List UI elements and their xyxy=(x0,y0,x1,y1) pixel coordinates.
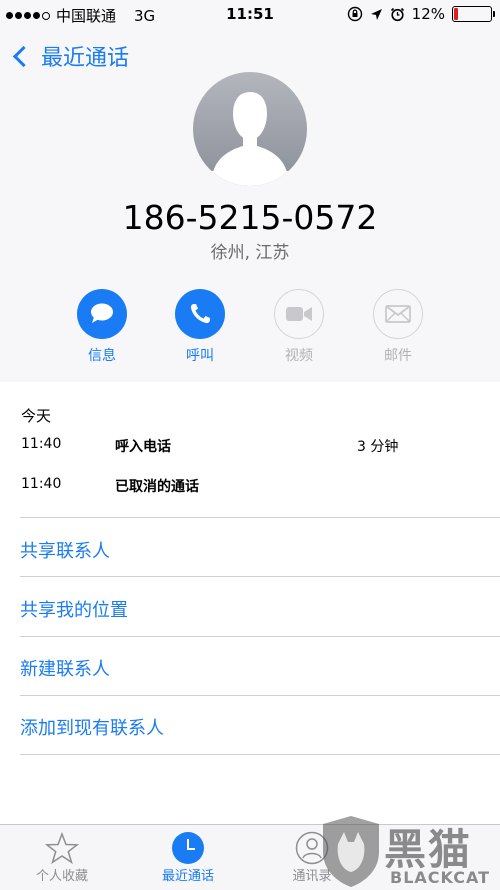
divider xyxy=(20,517,500,518)
phone-icon xyxy=(175,289,225,339)
video-action[interactable]: 视频 xyxy=(264,289,334,365)
tab-favorites-label: 个人收藏 xyxy=(35,869,88,884)
message-icon xyxy=(77,289,127,339)
share-location-option[interactable]: 共享我的位置 xyxy=(20,596,128,622)
caller-location: 徐州, 江苏 xyxy=(210,243,290,263)
divider xyxy=(20,636,500,637)
divider xyxy=(20,754,500,755)
history-day: 今天 xyxy=(21,407,52,425)
watermark-brand-en: BLACKCAT xyxy=(390,868,490,887)
location-arrow-icon xyxy=(370,8,382,20)
back-button[interactable]: 最近通话 xyxy=(12,40,129,72)
divider xyxy=(20,695,500,696)
back-label: 最近通话 xyxy=(41,46,130,71)
rotation-lock-icon xyxy=(347,6,362,22)
call-type: 呼入电话 xyxy=(115,439,171,455)
call-time: 11:40 xyxy=(21,436,62,452)
message-label: 信息 xyxy=(88,348,116,364)
video-label: 视频 xyxy=(285,348,313,364)
call-action[interactable]: 呼叫 xyxy=(165,289,235,365)
phone-number: 186-5215-0572 xyxy=(122,198,378,237)
blackcat-watermark: 黑猫 BLACKCAT xyxy=(318,814,500,889)
alarm-icon xyxy=(390,7,404,21)
clock-icon xyxy=(138,831,238,865)
mail-icon xyxy=(373,289,423,339)
call-duration: 3 分钟 xyxy=(357,439,399,455)
share-contact-option[interactable]: 共享联系人 xyxy=(20,537,110,563)
create-contact-option[interactable]: 新建联系人 xyxy=(20,655,110,681)
person-silhouette-icon xyxy=(193,92,307,186)
video-icon xyxy=(274,289,324,339)
battery-percent: 12% xyxy=(411,5,445,23)
avatar xyxy=(193,72,307,186)
chevron-left-icon xyxy=(12,45,35,67)
status-right: 12% xyxy=(347,5,495,23)
cat-shield-icon xyxy=(323,816,379,887)
star-icon xyxy=(12,831,112,865)
call-type: 已取消的通话 xyxy=(115,479,199,495)
tab-recents-label: 最近通话 xyxy=(161,869,214,884)
add-to-existing-contact-option[interactable]: 添加到现有联系人 xyxy=(20,714,164,740)
call-time: 11:40 xyxy=(21,476,62,492)
tab-favorites[interactable]: 个人收藏 xyxy=(12,831,112,884)
divider xyxy=(20,576,500,577)
message-action[interactable]: 信息 xyxy=(67,289,137,365)
battery-icon xyxy=(452,6,495,22)
status-bar: 中国联通 3G 11:51 12% xyxy=(0,0,500,30)
tab-recents[interactable]: 最近通话 xyxy=(138,831,238,884)
mail-label: 邮件 xyxy=(384,348,412,364)
call-label: 呼叫 xyxy=(186,348,214,364)
mail-action[interactable]: 邮件 xyxy=(363,289,433,365)
